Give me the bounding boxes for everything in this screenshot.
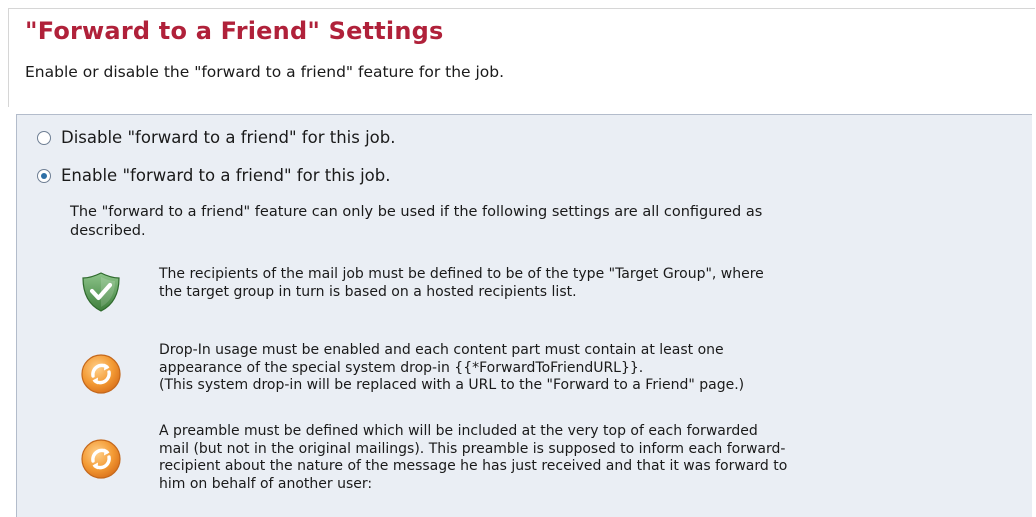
enable-forward-radio[interactable]: [37, 168, 51, 183]
requirements-note: The "forward to a friend" feature can on…: [70, 203, 1015, 241]
disable-forward-label[interactable]: Disable "forward to a friend" for this j…: [61, 128, 396, 147]
refresh-warning-icon: [81, 354, 121, 394]
refresh-warning-icon: [81, 439, 121, 479]
requirement-text: A preamble must be defined which will be…: [159, 423, 788, 492]
shield-check-icon: [82, 272, 120, 312]
requirement-text: Drop-In usage must be enabled and each c…: [159, 342, 745, 393]
settings-header: "Forward to a Friend" Settings Enable or…: [8, 8, 1035, 107]
requirement-text: The recipients of the mail job must be d…: [159, 266, 764, 300]
page-title: "Forward to a Friend" Settings: [25, 17, 444, 45]
note-line: The "forward to a friend" feature can on…: [70, 204, 763, 220]
note-line: described.: [70, 223, 146, 239]
page-subtitle: Enable or disable the "forward to a frie…: [25, 63, 505, 81]
enable-forward-option[interactable]: Enable "forward to a friend" for this jo…: [37, 166, 390, 185]
disable-forward-radio[interactable]: [37, 130, 51, 145]
enable-forward-label[interactable]: Enable "forward to a friend" for this jo…: [61, 166, 390, 185]
forward-settings-panel: Disable "forward to a friend" for this j…: [16, 114, 1032, 517]
disable-forward-option[interactable]: Disable "forward to a friend" for this j…: [37, 128, 396, 147]
